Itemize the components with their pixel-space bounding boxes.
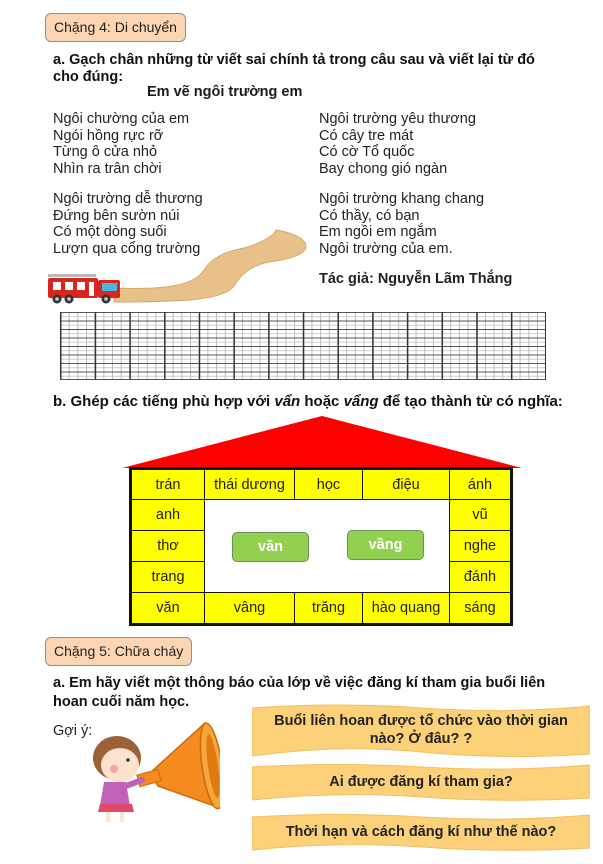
poem-line: Ngôi trường dễ thương [53, 191, 203, 207]
section-4-badge: Chặng 4: Di chuyển [45, 13, 186, 42]
poem-line: Em ngồi em ngắm [319, 224, 437, 241]
word-label: vâng [233, 600, 266, 616]
poem-line: Nhìn ra trân chời [53, 161, 162, 178]
task-a-line-1: a. Gạch chân những từ viết sai chính tả … [53, 52, 535, 68]
task-b-middle: hoặc [300, 393, 344, 410]
word-cell[interactable]: học [294, 469, 363, 500]
word-cell[interactable]: anh [131, 499, 205, 531]
task-a-line-1: a. Em hãy viết một thông báo của lớp về … [53, 675, 546, 691]
word-label: văn [156, 600, 180, 616]
word-cell[interactable]: đánh [449, 561, 511, 593]
word-cell[interactable]: trang [131, 561, 205, 593]
word-label: sáng [464, 600, 496, 616]
word-label: thơ [157, 538, 179, 554]
poem-stanza-1: Ngôi chường của em Ngói hồng rực rỡ Từng… [53, 111, 189, 178]
word-cell[interactable]: thơ [131, 530, 205, 562]
section-5-title: Chặng 5: Chữa cháy [54, 643, 184, 659]
word-cell[interactable]: nghe [449, 530, 511, 562]
hint-text: Buổi liên hoan được tổ chức vào thời gia… [274, 712, 568, 748]
word-label: đánh [463, 569, 497, 585]
section-4-task-b: b. Ghép các tiếng phù hợp với vẩn hoặc v… [53, 393, 563, 410]
word-label: ánh [467, 476, 493, 493]
handwriting-grid[interactable] [60, 312, 546, 380]
word-cell[interactable]: vâng [204, 592, 295, 624]
poem-line: Có cờ Tổ quốc [319, 144, 415, 161]
hint-text: Ai được đăng kí tham gia? [329, 774, 513, 790]
hint-text: Thời hạn và cách đăng kí như thế nào? [285, 824, 557, 840]
word-label: trang [151, 569, 185, 585]
word-label: hào quang [371, 600, 441, 616]
fire-truck-road-illustration [48, 229, 307, 304]
word-label: anh [155, 507, 181, 523]
hint-banner-2: Ai được đăng kí tham gia? [252, 762, 590, 802]
road-icon [113, 229, 307, 303]
vang-button[interactable]: vầng [347, 530, 424, 560]
house-roof [122, 416, 522, 468]
word-cell[interactable]: điệu [362, 469, 450, 500]
word-label: điệu [392, 476, 420, 493]
van-button[interactable]: vần [232, 532, 309, 562]
word-label: trán [155, 476, 181, 493]
poem-stanza-4: Ngôi trường khang chang Có thầy, có bạn … [319, 191, 484, 258]
word-cell[interactable]: vũ [449, 499, 511, 531]
word-cell[interactable]: ánh [449, 469, 511, 500]
vang-label: vầng [368, 537, 403, 553]
hint-banner-1: Buổi liên hoan được tổ chức vào thời gia… [252, 702, 590, 758]
word-label: nghe [463, 538, 497, 554]
poem-line: Từng ô cửa nhỏ [53, 144, 158, 161]
poem-line: Có thầy, có bạn [319, 207, 420, 224]
word-cell[interactable]: hào quang [362, 592, 450, 624]
van-label: vần [258, 539, 283, 555]
task-b-word-2: vẩng [343, 393, 379, 410]
task-b-word-1: vẩn [274, 393, 301, 410]
hint-line: Buổi liên hoan được tổ chức vào thời gia… [274, 713, 568, 729]
poem-line: Ngôi trường khang chang [319, 191, 485, 207]
poem-line: Đứng bên sườn núi [53, 207, 180, 224]
megaphone-icon [136, 721, 220, 810]
poem-line: Có cây tre mát [319, 127, 414, 144]
poem-line: Ngôi chường của em [53, 111, 190, 127]
word-cell[interactable]: văn [131, 592, 205, 624]
poem-author: Tác giả: Nguyễn Lãm Thắng [319, 271, 513, 287]
word-label: trăng [311, 600, 346, 616]
word-cell[interactable]: trăng [294, 592, 363, 624]
poem-stanza-2: Ngôi trường yêu thương Có cây tre mát Có… [319, 111, 476, 178]
hint-banner-3: Thời hạn và cách đăng kí như thế nào? [252, 812, 590, 852]
word-house: trán thái dương học điệu ánh anh thơ tra… [129, 467, 513, 626]
word-label: vũ [472, 507, 488, 523]
section-4-title: Chặng 4: Di chuyển [54, 19, 177, 35]
fire-truck-icon [48, 274, 120, 304]
task-b-suffix: để tạo thành từ có nghĩa: [378, 393, 563, 410]
word-cell[interactable]: trán [131, 469, 205, 500]
section-5-badge: Chặng 5: Chữa cháy [45, 637, 193, 666]
task-b-prefix: b. Ghép các tiếng phù hợp với [53, 393, 275, 410]
hint-line: nào? Ở đâu? ? [369, 731, 473, 747]
section-4-task-a: a. Gạch chân những từ viết sai chính tả … [53, 52, 535, 86]
poem-line: Ngôi trường của em. [319, 241, 453, 258]
word-label: thái dương [214, 476, 285, 493]
word-label: học [316, 476, 341, 493]
poem-line: Ngói hồng rực rỡ [53, 127, 164, 144]
poem-line: Bay chong gió ngàn [319, 161, 448, 178]
word-cell[interactable]: thái dương [204, 469, 295, 500]
word-cell[interactable]: sáng [449, 592, 511, 624]
girl-icon [93, 736, 145, 822]
poem-title: Em vẽ ngôi trường em [147, 84, 303, 100]
girl-megaphone-illustration [93, 721, 220, 822]
poem-line: Ngôi trường yêu thương [319, 111, 476, 127]
